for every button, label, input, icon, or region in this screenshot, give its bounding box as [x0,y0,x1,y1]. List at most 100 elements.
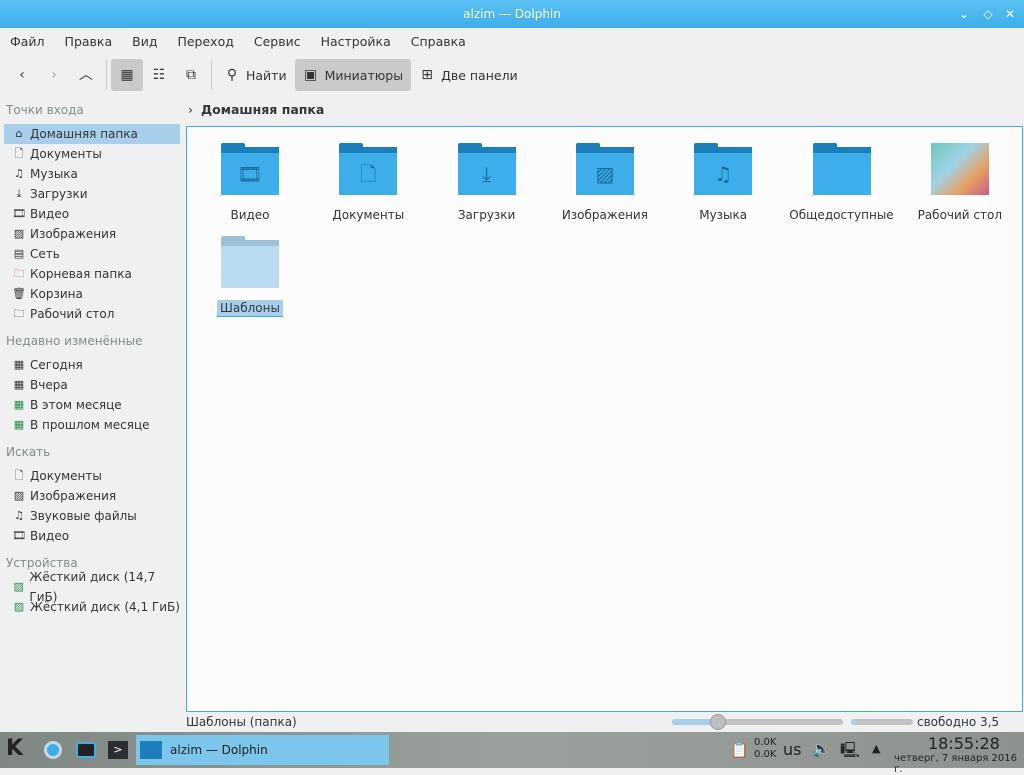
file-item[interactable]: ⤓ Загрузки [428,143,546,222]
compact-view-button[interactable]: ☷ [143,59,175,91]
terminal-icon[interactable]: > [108,741,128,759]
breadcrumb[interactable]: › Домашняя папка [188,100,324,120]
sidebar-item[interactable]: ♫ Звуковые файлы [4,506,180,526]
split-button[interactable]: ⊞ Две панели [411,59,526,91]
sidebar-item-label: В этом месяце [30,398,122,412]
chevron-right-icon: › [51,67,57,83]
list-icon: ☷ [152,67,166,83]
root-folder-icon: 🗀 [13,267,25,280]
close-icon[interactable]: ✕ [1002,6,1018,22]
download-icon: ⤓ [16,187,22,200]
sidebar-item[interactable]: ⌂ Домашняя папка [4,124,180,144]
menu-settings[interactable]: Настройка [311,30,401,54]
breadcrumb-item[interactable]: Домашняя папка [201,102,324,117]
video-icon: 🎞 [12,207,26,220]
sidebar-item[interactable]: ▦ Сегодня [4,355,180,375]
sidebar-item[interactable]: 🗋 Документы [4,466,180,486]
file-name: Рабочий стол [917,208,1003,222]
file-name: Изображения [561,208,648,222]
keyboard-layout[interactable]: us [783,740,801,759]
icons-view-button[interactable]: ▦ [111,59,143,91]
folder-icon: ▨ [575,143,634,195]
thumbnails-label: Миниатюры [324,67,404,83]
toolbar: ‹ › ︿ ▦ ☷ ⧉ ⚲ Найти ▣ Миниатюры ⊞ Две панел… [0,58,526,92]
browser-icon[interactable] [44,741,62,759]
folder-icon: ♫ [694,143,753,195]
zoom-slider-handle[interactable] [710,714,727,730]
arrow-up-icon[interactable]: ▲ [872,742,880,755]
sidebar-item[interactable]: ▨ Жёсткий диск (14,7 ГиБ) [4,570,180,604]
sidebar-item-label: Жёсткий диск (4,1 ГиБ) [30,600,180,614]
sidebar-item[interactable]: ▨ Изображения [4,224,180,244]
file-view[interactable]: 🎞 Видео 🗋 Документы ⤓ Загрузки ▨ Изображения ♫ Му… [186,126,1023,712]
sidebar-item-label: Сегодня [30,358,83,372]
network-icon[interactable]: 🖳 [840,740,860,765]
zoom-slider[interactable] [672,714,843,730]
sidebar-item-label: Изображения [30,227,117,241]
sidebar-item[interactable]: ▦ В этом месяце [4,395,180,415]
menu-view[interactable]: Вид [122,30,167,54]
sidebar-item-label: Документы [30,469,102,483]
settings-icon[interactable] [76,742,96,758]
network-icon: ▤ [13,247,25,260]
maximize-icon[interactable]: ◇ [980,6,996,22]
menu-file[interactable]: Файл [0,30,55,54]
separator [106,60,107,90]
search-icon: ⚲ [226,67,238,83]
file-item[interactable]: 🗋 Документы [309,143,427,222]
file-item[interactable]: Рабочий стол [901,143,1019,222]
minimize-icon[interactable]: ⌄ [956,6,972,22]
clock-date: четверг, 7 января 2016 г. [894,753,1017,775]
sidebar-item[interactable]: 🗋 Документы [4,144,180,164]
task-dolphin[interactable]: alzim — Dolphin [136,735,389,765]
file-name: Видео [230,208,270,222]
menu-tools[interactable]: Сервис [244,30,311,54]
sidebar-item-label: Видео [30,529,70,543]
sidebar-item[interactable]: ♫ Музыка [4,164,180,184]
sidebar-item[interactable]: ▦ Вчера [4,375,180,395]
menu-edit[interactable]: Правка [55,30,123,54]
forward-button[interactable]: › [38,59,70,91]
sidebar-item[interactable]: ⤓ Загрузки [4,184,180,204]
thumbnails-button[interactable]: ▣ Миниатюры [294,59,412,91]
document-icon: 🗋 [14,147,24,160]
desktop-icon: 🗀 [13,307,25,320]
menu-bar: Файл Правка Вид Переход Сервис Настройка… [0,30,476,54]
clock-time[interactable]: 18:55:28 [928,734,1000,753]
network-speed: 0.0K 0.0K [754,737,777,760]
sidebar-item[interactable]: 🎞 Видео [4,526,180,546]
menu-help[interactable]: Справка [401,30,476,54]
up-button[interactable]: ︿ [70,59,102,91]
window-title: alzim — Dolphin [463,7,561,21]
sidebar-item[interactable]: 🗑 Корзина [4,284,180,304]
tree-icon: ⧉ [186,67,196,83]
sidebar-item[interactable]: 🎞 Видео [4,204,180,224]
file-item[interactable]: Общедоступные [783,143,901,222]
sidebar-item-label: В прошлом месяце [30,418,150,432]
sidebar-item[interactable]: ▨ Изображения [4,486,180,506]
image-icon: ▨ [13,227,25,240]
sidebar-item-label: Изображения [30,489,117,503]
back-button[interactable]: ‹ [6,59,38,91]
file-item[interactable]: 🎞 Видео [191,143,309,222]
places-panel: Точки входа ⌂ Домашняя папка 🗋 Документы ♫ Муз… [0,100,182,617]
file-item[interactable]: ▨ Изображения [546,143,664,222]
sidebar-item[interactable]: ▤ Сеть [4,244,180,264]
templates-folder-icon [221,236,279,288]
sidebar-item[interactable]: 🗀 Рабочий стол [4,304,180,324]
menu-go[interactable]: Переход [167,30,243,54]
clipboard-icon[interactable]: 📋 [730,741,749,759]
kde-menu-icon[interactable]: K [6,736,23,761]
details-view-button[interactable]: ⧉ [175,59,207,91]
grid-icon: ▦ [120,67,134,83]
sidebar-item[interactable]: ▦ В прошлом месяце [4,415,180,435]
sidebar-item-label: Музыка [30,167,78,181]
sidebar-item[interactable]: ▨ Жёсткий диск (4,1 ГиБ) [4,597,180,617]
sidebar-item[interactable]: 🗀 Корневая папка [4,264,180,284]
file-item[interactable]: ♫ Музыка [664,143,782,222]
split-panel-icon: ⊞ [421,67,433,83]
folder-icon: 🗋 [339,143,398,195]
volume-icon[interactable]: 🔈 [812,740,831,758]
find-button[interactable]: ⚲ Найти [216,59,295,91]
file-item[interactable]: Шаблоны [191,236,309,317]
